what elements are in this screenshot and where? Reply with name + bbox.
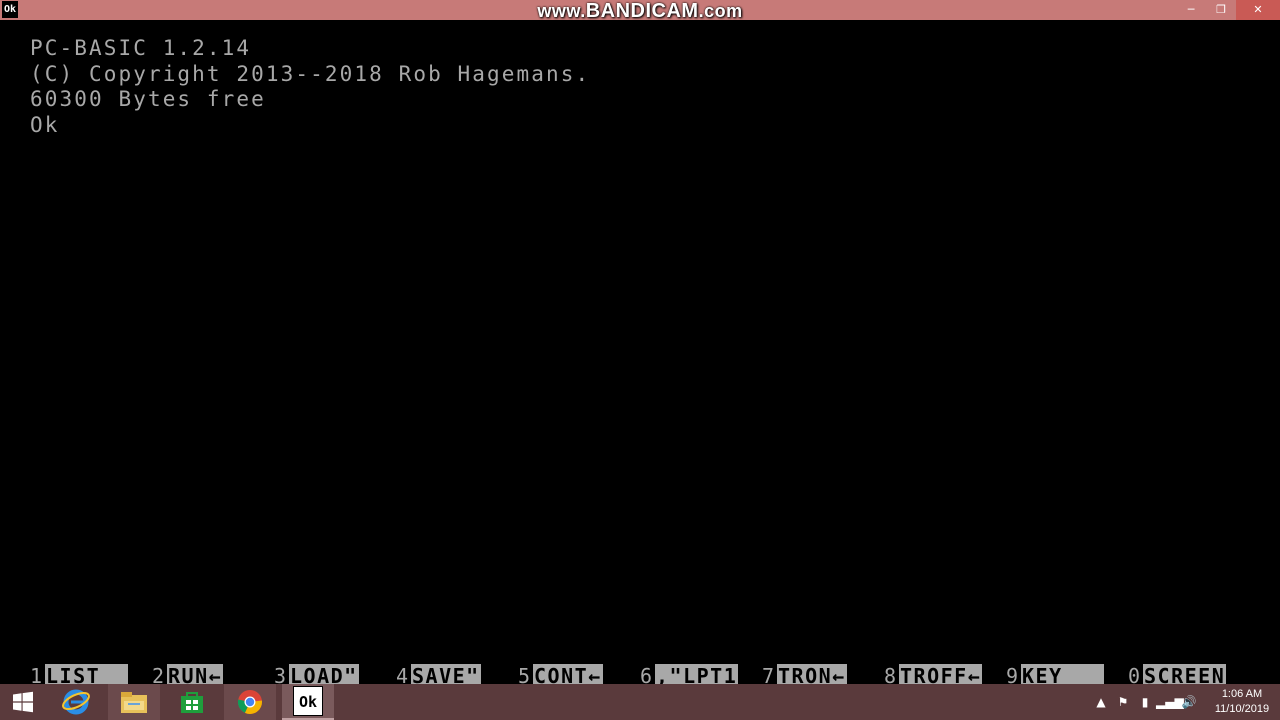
terminal-line-version: PC-BASIC 1.2.14 bbox=[30, 36, 252, 60]
windows-taskbar: Ok ▲ ⚑ ▮ ▂▄▆ 🔊 1:06 AM 11/10/2019 bbox=[0, 684, 1280, 720]
close-button[interactable]: ✕ bbox=[1236, 0, 1280, 20]
file-explorer-icon bbox=[121, 692, 147, 713]
system-tray: ▲ ⚑ ▮ ▂▄▆ 🔊 1:06 AM 11/10/2019 bbox=[1090, 684, 1280, 720]
watermark-prefix: www. bbox=[537, 1, 586, 21]
taskbar-clock[interactable]: 1:06 AM 11/10/2019 bbox=[1204, 687, 1280, 717]
minimize-button[interactable]: ─ bbox=[1176, 0, 1206, 20]
action-center-flag-icon[interactable]: ⚑ bbox=[1112, 695, 1134, 709]
restore-button[interactable]: ❐ bbox=[1206, 0, 1236, 20]
clock-time: 1:06 AM bbox=[1221, 688, 1263, 700]
watermark-brand: BANDICAM bbox=[585, 0, 699, 22]
taskbar-internet-explorer[interactable] bbox=[50, 684, 102, 720]
store-icon bbox=[181, 692, 203, 713]
taskbar-store[interactable] bbox=[166, 684, 218, 720]
volume-icon[interactable]: 🔊 bbox=[1178, 695, 1200, 709]
terminal-line-ok: Ok bbox=[30, 113, 60, 137]
clock-date: 11/10/2019 bbox=[1214, 703, 1270, 715]
chevron-up-icon[interactable]: ▲ bbox=[1090, 695, 1112, 709]
internet-explorer-icon bbox=[62, 689, 90, 715]
chrome-icon bbox=[237, 690, 262, 714]
windows-start-icon bbox=[13, 691, 33, 713]
watermark-suffix: .com bbox=[698, 1, 743, 21]
taskbar-pc-basic[interactable]: Ok bbox=[282, 684, 334, 720]
window-controls: ─ ❐ ✕ bbox=[1176, 0, 1280, 20]
terminal-line-copyright: (C) Copyright 2013--2018 Rob Hagemans. bbox=[30, 62, 591, 86]
terminal-line-bytes-free: 60300 Bytes free bbox=[30, 87, 266, 111]
window-titlebar[interactable]: Ok www.BANDICAM.com ─ ❐ ✕ bbox=[0, 0, 1280, 22]
bandicam-watermark: www.BANDICAM.com bbox=[0, 0, 1280, 22]
start-button[interactable] bbox=[0, 684, 46, 720]
basic-terminal[interactable]: PC-BASIC 1.2.14 (C) Copyright 2013--2018… bbox=[0, 20, 1280, 689]
pc-basic-icon: Ok bbox=[293, 686, 323, 716]
taskbar-chrome[interactable] bbox=[224, 684, 276, 720]
network-signal-icon[interactable]: ▂▄▆ bbox=[1156, 695, 1184, 709]
taskbar-file-explorer[interactable] bbox=[108, 684, 160, 720]
battery-icon[interactable]: ▮ bbox=[1134, 695, 1156, 709]
